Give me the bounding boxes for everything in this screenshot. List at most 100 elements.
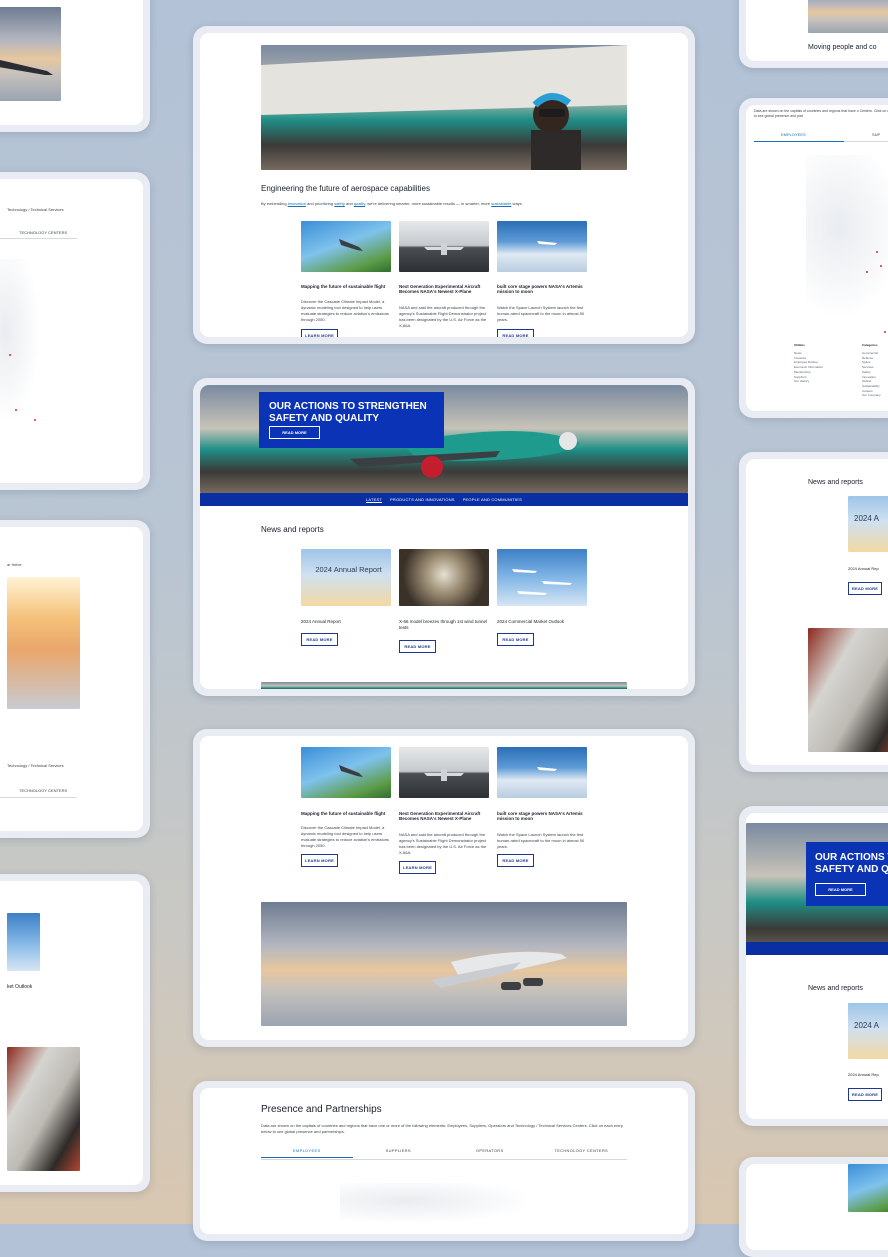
annual-report-title[interactable]: 2024 Annual Rep — [848, 566, 879, 571]
tab-employees[interactable]: EMPLOYEES — [781, 132, 806, 137]
tab-people-and-communities[interactable]: PEOPLE AND COMMUNITIES — [463, 497, 522, 502]
article-2-image[interactable] — [399, 221, 489, 272]
map-marker[interactable] — [876, 251, 878, 253]
footer-link[interactable]: Sustainability — [862, 384, 881, 389]
tab-technology-centers[interactable]: TECHNOLOGY CENTERS — [19, 788, 67, 793]
hero-read-more-button[interactable]: READ MORE — [815, 883, 866, 896]
presence-card-inner: Presence and Partnerships Data are shown… — [200, 1088, 688, 1234]
world-map[interactable] — [806, 155, 888, 335]
map-marker[interactable] — [9, 354, 11, 356]
right-card-2: Data are shown on the capitals of countr… — [739, 98, 888, 418]
intro-text: By embedding — [261, 201, 288, 206]
annual-report-read-more-button[interactable]: READ MORE — [301, 633, 338, 646]
left-card-3: ar thrive. Technology / Technical Servic… — [0, 520, 150, 838]
annual-report-image[interactable]: 2024 A — [848, 496, 888, 552]
article-3-read-more-button[interactable]: READ MORE — [497, 854, 534, 867]
article-1-title[interactable]: Mapping the future of sustainable flight — [301, 284, 393, 289]
right-header-photo — [808, 0, 888, 33]
presence-tabs: EMPLOYEES SUPPLIERS OPERATORS TECHNOLOGY… — [261, 1148, 627, 1158]
right-card-1: Moving people and co — [739, 0, 888, 68]
airplane-icon — [0, 60, 53, 75]
tab-suppliers[interactable]: SUPPLIERS — [353, 1148, 445, 1158]
thrive-text: ar thrive. — [7, 562, 23, 567]
footer-link[interactable]: Our History — [794, 379, 823, 384]
article-3-title[interactable]: built core stage powers NASA's Artemis m… — [497, 811, 589, 821]
intro-text: and — [344, 201, 354, 206]
world-map[interactable] — [340, 1183, 560, 1228]
tab-suppliers[interactable]: SUP — [872, 132, 880, 137]
market-outlook-title[interactable]: 2024 Commercial Market Outlook — [497, 619, 564, 624]
article-image[interactable] — [848, 1164, 888, 1212]
annual-report-image[interactable]: 2024 A — [848, 1003, 888, 1059]
sustainable-link[interactable]: sustainable — [491, 201, 511, 206]
airplane-icon — [424, 243, 464, 255]
article-3-read-more-button[interactable]: READ MORE — [497, 329, 534, 337]
annual-report-title[interactable]: 2024 Annual Report — [301, 619, 341, 624]
presence-title: Presence and Partnerships — [261, 1104, 382, 1115]
tab-technology-centers[interactable]: TECHNOLOGY CENTERS — [536, 1148, 628, 1158]
annual-report-image-text: 2024 Annual Report — [315, 565, 382, 574]
airplane-icon — [339, 239, 363, 251]
right-card-3-inner: News and reports 2024 A 2024 Annual Rep … — [746, 459, 888, 765]
article-3-image[interactable] — [497, 221, 587, 272]
tab-employees[interactable]: EMPLOYEES — [261, 1148, 353, 1158]
tech-services-label: Technology / Technical Services — [7, 207, 64, 212]
map-marker[interactable] — [15, 409, 17, 411]
safety-link[interactable]: safety — [334, 201, 345, 206]
hero-blue-bar — [746, 942, 888, 955]
presence-card: Presence and Partnerships Data are shown… — [193, 1081, 695, 1241]
footer-link[interactable]: Commercial — [862, 351, 881, 356]
innovation-link[interactable]: innovation — [288, 201, 306, 206]
hero-read-more-button[interactable]: READ MORE — [269, 426, 320, 439]
quality-link[interactable]: quality — [354, 201, 365, 206]
hero-headline: OUR ACTIONS T SAFETY AND Q — [815, 852, 888, 875]
safety-news-card-inner: OUR ACTIONS TO STRENGTHEN SAFETY AND QUA… — [200, 385, 688, 689]
map-marker[interactable] — [34, 419, 36, 421]
article-3-title[interactable]: built core stage powers NASA's Artemis m… — [497, 284, 589, 294]
world-map[interactable] — [0, 259, 47, 439]
hero-headline: OUR ACTIONS TO STRENGTHEN SAFETY AND QUA… — [269, 401, 427, 424]
tab-operators[interactable]: OPERATORS — [444, 1148, 536, 1158]
tech-services-label: Technology / Technical Services — [7, 763, 64, 768]
airplanes-icon — [512, 569, 572, 595]
footer-utilities-list: News Investors Employee Retiree Economic… — [794, 351, 823, 384]
article-1-body: Discover the Cascade Climate Impact Mode… — [301, 299, 389, 322]
tab-latest[interactable]: LATEST — [365, 497, 383, 503]
article-1-learn-more-button[interactable]: LEARN MORE — [301, 329, 338, 337]
moving-people-text: Moving people and co — [808, 44, 877, 51]
annual-report-title[interactable]: 2024 Annual Rep — [848, 1072, 879, 1077]
map-marker[interactable] — [880, 265, 882, 267]
section-title: Engineering the future of aerospace capa… — [261, 184, 430, 193]
article-2-title[interactable]: Next Generation Experimental Aircraft Be… — [399, 284, 491, 294]
article-1-image[interactable] — [301, 221, 391, 272]
article-1-learn-more-button[interactable]: LEARN MORE — [301, 854, 338, 867]
market-outlook-read-more-button[interactable]: READ MORE — [497, 633, 534, 646]
annual-report-read-more-button[interactable]: READ MORE — [848, 1088, 882, 1101]
left-card-1 — [0, 0, 150, 132]
article-2-title[interactable]: Next Generation Experimental Aircraft Be… — [399, 811, 491, 821]
article-2-image[interactable] — [399, 747, 489, 798]
market-outlook-image[interactable] — [497, 549, 587, 606]
article-3-image[interactable] — [497, 747, 587, 798]
article-2-learn-more-button[interactable]: LEARN MORE — [399, 861, 436, 874]
article-3-body: Watch the Space Launch System launch the… — [497, 832, 585, 849]
tab-underline — [0, 797, 77, 798]
airplane-icon — [339, 765, 363, 777]
news-tabs-bar: LATEST PRODUCTS AND INNOVATIONS PEOPLE A… — [200, 493, 688, 506]
annual-report-read-more-button[interactable]: READ MORE — [848, 582, 882, 595]
tab-technology-centers[interactable]: TECHNOLOGY CENTERS — [19, 230, 67, 235]
article-1-title[interactable]: Mapping the future of sustainable flight — [301, 811, 393, 816]
map-marker[interactable] — [884, 331, 886, 333]
wind-tunnel-read-more-button[interactable]: READ MORE — [399, 640, 436, 653]
wind-tunnel-image[interactable] — [399, 549, 489, 606]
map-marker[interactable] — [866, 271, 868, 273]
engineering-card-inner: Engineering the future of aerospace capa… — [200, 33, 688, 337]
article-1-image[interactable] — [301, 747, 391, 798]
wind-tunnel-title[interactable]: X-66 model breezes through 1st wind tunn… — [399, 619, 489, 631]
sunset-photo — [7, 577, 80, 709]
footer-utilities-title: Utilities — [794, 343, 805, 347]
left-card-3-inner: ar thrive. Technology / Technical Servic… — [0, 527, 143, 831]
footer-link[interactable]: Our Company — [862, 393, 881, 398]
annual-report-image[interactable]: 2024 Annual Report — [301, 549, 391, 606]
tab-products-and-innovations[interactable]: PRODUCTS AND INNOVATIONS — [390, 497, 455, 502]
